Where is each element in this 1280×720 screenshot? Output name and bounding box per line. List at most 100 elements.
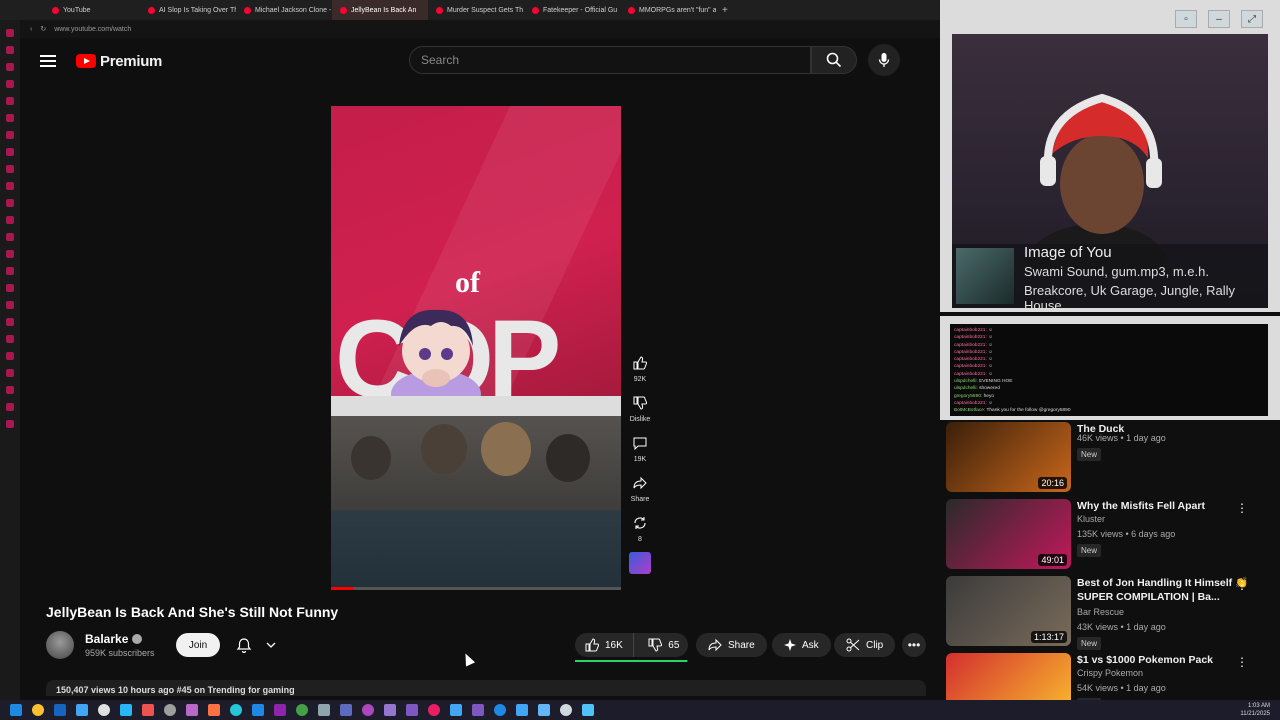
taskbar-app-icon[interactable] [98, 704, 110, 716]
sidebar-app-icon[interactable] [6, 182, 14, 190]
taskbar-app-icon[interactable] [384, 704, 396, 716]
recommendation-item[interactable]: 49:01 Why the Misfits Fell Apart Kluster 13… [946, 499, 1276, 576]
ask-button[interactable]: Ask [772, 633, 831, 657]
taskbar-app-icon[interactable] [32, 704, 44, 716]
subscription-bell-button[interactable] [229, 633, 283, 657]
search-button[interactable] [811, 46, 857, 74]
sidebar-app-icon[interactable] [6, 386, 14, 394]
browser-tab[interactable]: AI Slop Is Taking Over Th [140, 0, 236, 20]
sidebar-app-icon[interactable] [6, 352, 14, 360]
search-input[interactable]: Search [409, 46, 811, 74]
channel-name[interactable]: Balarke [85, 632, 128, 646]
taskbar-app-icon[interactable] [362, 704, 374, 716]
sidebar-app-icon[interactable] [6, 131, 14, 139]
comments-action[interactable]: 19K [626, 432, 654, 466]
taskbar-app-icon[interactable] [340, 704, 352, 716]
system-tray-clock[interactable]: 1:03 AM 11/21/2025 [1240, 702, 1270, 718]
share-action[interactable]: Share [626, 472, 654, 506]
like-action[interactable]: 92K [626, 352, 654, 386]
taskbar-app-icon[interactable] [538, 704, 550, 716]
more-options-icon[interactable]: ⋮ [1236, 578, 1248, 592]
clip-button[interactable]: Clip [834, 633, 896, 657]
share-button[interactable]: Share [696, 633, 767, 657]
description-preview[interactable]: 150,407 views 10 hours ago #45 on Trendi… [46, 680, 926, 696]
menu-icon[interactable] [40, 55, 56, 67]
taskbar-app-icon[interactable] [494, 704, 506, 716]
taskbar-app-icon[interactable] [252, 704, 264, 716]
video-player[interactable]: COP of [331, 106, 621, 590]
sidebar-app-icon[interactable] [6, 29, 14, 37]
reload-icon[interactable]: ↻ [40, 25, 46, 33]
taskbar-app-icon[interactable] [516, 704, 528, 716]
sidebar-app-icon[interactable] [6, 335, 14, 343]
taskbar-app-icon[interactable] [472, 704, 484, 716]
browser-tab[interactable]: JellyBean Is Back An [332, 0, 428, 20]
url-text[interactable]: www.youtube.com/watch [54, 26, 131, 33]
taskbar-app-icon[interactable] [186, 704, 198, 716]
more-actions-button[interactable]: ••• [902, 633, 926, 657]
sidebar-app-icon[interactable] [6, 267, 14, 275]
channel-name-wrap[interactable]: Balarke [85, 632, 143, 646]
taskbar-app-icon[interactable] [54, 704, 66, 716]
taskbar-app-icon[interactable] [450, 704, 462, 716]
taskbar-app-icon[interactable] [76, 704, 88, 716]
recommendation-channel[interactable]: Kluster [1077, 514, 1105, 524]
recommendation-item[interactable]: 20:16 The Duck 46K views • 1 day ago New [946, 422, 1276, 499]
taskbar-app-icon[interactable] [296, 704, 308, 716]
sidebar-app-icon[interactable] [6, 369, 14, 377]
sidebar-app-icon[interactable] [6, 403, 14, 411]
youtube-logo[interactable]: Premium [76, 53, 162, 70]
browser-tab[interactable]: Michael Jackson Clone - [236, 0, 332, 20]
back-icon[interactable]: ‹ [30, 26, 32, 33]
taskbar-app-icon[interactable] [428, 704, 440, 716]
start-menu-icon[interactable] [10, 704, 22, 716]
join-button[interactable]: Join [176, 633, 220, 657]
browser-tab[interactable]: MMORPGs aren't "fun" a [620, 0, 716, 20]
sidebar-app-icon[interactable] [6, 46, 14, 54]
sidebar-app-icon[interactable] [6, 250, 14, 258]
recommendation-title[interactable]: $1 vs $1000 Pokemon Pack [1077, 653, 1257, 667]
sidebar-app-icon[interactable] [6, 165, 14, 173]
sidebar-app-icon[interactable] [6, 148, 14, 156]
recommendation-item[interactable]: 1:13:17 Best of Jon Handling It Himself 👏… [946, 576, 1276, 653]
address-bar[interactable]: ‹ ↻ www.youtube.com/watch [20, 20, 940, 38]
minimize-icon[interactable]: – [1208, 10, 1230, 28]
taskbar-app-icon[interactable] [318, 704, 330, 716]
taskbar-app-icon[interactable] [164, 704, 176, 716]
browser-tab[interactable]: Murder Suspect Gets Th [428, 0, 524, 20]
sidebar-app-icon[interactable] [6, 301, 14, 309]
recommendation-title[interactable]: Best of Jon Handling It Himself 👏 SUPER … [1077, 576, 1257, 604]
recommendation-channel[interactable]: Crispy Pokemon [1077, 668, 1143, 678]
browser-tab[interactable]: YouTube [44, 0, 140, 20]
more-options-icon[interactable]: ⋮ [1236, 655, 1248, 669]
taskbar-app-icon[interactable] [120, 704, 132, 716]
restore-icon[interactable]: ▫ [1175, 10, 1197, 28]
remix-action[interactable]: 8 [626, 512, 654, 546]
taskbar-app-icon[interactable] [142, 704, 154, 716]
dislike-button[interactable]: 65 [640, 633, 688, 657]
sidebar-app-icon[interactable] [6, 318, 14, 326]
sidebar-app-icon[interactable] [6, 114, 14, 122]
more-options-icon[interactable]: ⋮ [1236, 501, 1248, 515]
channel-avatar[interactable] [46, 631, 74, 659]
taskbar-app-icon[interactable] [560, 704, 572, 716]
dislike-action[interactable]: Dislike [626, 392, 654, 426]
sound-thumbnail[interactable] [629, 552, 651, 574]
taskbar-app-icon[interactable] [582, 704, 594, 716]
video-thumbnail[interactable]: 20:16 [946, 422, 1071, 492]
taskbar-app-icon[interactable] [208, 704, 220, 716]
recommendation-title[interactable]: Why the Misfits Fell Apart [1077, 499, 1257, 513]
browser-tab[interactable]: Fatekeeper - Official Gu [524, 0, 620, 20]
recommendation-channel[interactable]: Bar Rescue [1077, 607, 1124, 617]
video-thumbnail[interactable]: 1:13:17 [946, 576, 1071, 646]
like-button[interactable]: 16K [575, 633, 634, 657]
sidebar-app-icon[interactable] [6, 233, 14, 241]
fullscreen-icon[interactable]: ⤢ [1241, 10, 1263, 28]
voice-search-button[interactable] [868, 44, 900, 76]
taskbar-app-icon[interactable] [406, 704, 418, 716]
sidebar-app-icon[interactable] [6, 420, 14, 428]
sidebar-app-icon[interactable] [6, 216, 14, 224]
sidebar-app-icon[interactable] [6, 63, 14, 71]
new-tab-button[interactable]: + [716, 5, 734, 16]
sidebar-app-icon[interactable] [6, 284, 14, 292]
